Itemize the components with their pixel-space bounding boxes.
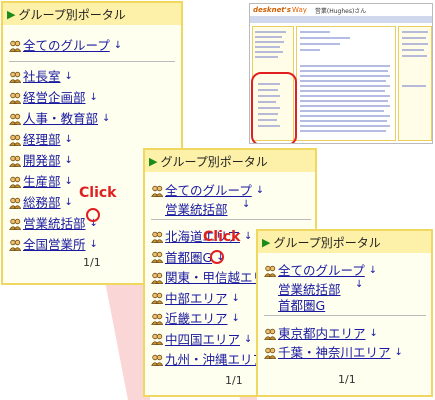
group-link[interactable]: 九州・沖縄エリア [165,352,265,368]
group-portal-panel-3: ▶ グループ別ポータル 全てのグループ ↓ 営業統括部 ↓ 首都圏G 東京都内エ… [256,229,433,397]
pager: 1/1 [225,374,243,387]
group-icon [9,71,21,83]
group-list-item[interactable]: 中部エリア ↓ [151,291,240,307]
group-icon [151,313,163,325]
group-icon [9,155,21,167]
divider [9,61,175,62]
group-link[interactable]: 東京都内エリア [278,326,366,342]
group-list-item[interactable]: 営業統括部 ↓ [9,216,98,232]
panel-title-bar: ▶ グループ別ポータル [3,3,181,25]
arrow-down-icon[interactable]: ↓ [244,332,252,348]
group-list-item[interactable]: 全国営業所 ↓ [9,237,98,253]
group-list-item[interactable]: 東京都内エリア ↓ [264,326,378,342]
arrow-down-icon[interactable]: ↓ [90,237,98,253]
all-groups-link[interactable]: 全てのグループ ↓ [9,38,122,54]
group-list-item[interactable]: 社長室 ↓ [9,69,73,85]
arrow-down-icon[interactable]: ↓ [370,326,378,342]
group-icon [151,292,163,304]
divider [264,315,426,316]
group-link[interactable]: 中部エリア [165,291,228,307]
group-icon [264,265,276,277]
group-list-item[interactable]: 中四国エリア ↓ [151,332,252,348]
arrow-down-icon[interactable]: ↓ [232,291,240,307]
group-link[interactable]: 中四国エリア [165,332,240,348]
pager: 1/1 [83,256,101,269]
chevron-right-icon: ▶ [149,154,158,168]
group-icon [9,134,21,146]
group-icon [151,231,163,243]
chevron-right-icon: ▶ [262,235,271,249]
panel-title-bar: ▶ グループ別ポータル [258,231,431,253]
panel-title: グループ別ポータル [160,154,268,169]
group-list-item[interactable]: 経理部 ↓ [9,132,73,148]
group-link[interactable]: 総務部 [23,195,61,211]
group-icon [151,272,163,284]
group-link[interactable]: 生産部 [23,174,61,190]
current-group-link[interactable]: 首都圏G [278,295,325,314]
group-list-item[interactable]: 総務部 ↓ [9,195,73,211]
group-icon [151,354,163,366]
group-link[interactable]: 人事・教育部 [23,111,98,127]
arrow-down-icon[interactable]: ↓ [114,38,122,54]
group-list-item[interactable]: 人事・教育部 ↓ [9,111,110,127]
parent-group-link[interactable]: 営業統括部 [165,199,228,218]
all-groups-label[interactable]: 全てのグループ [23,38,110,54]
group-link[interactable]: 営業統括部 [23,216,86,232]
group-icon [9,92,21,104]
arrow-down-icon[interactable]: ↓ [102,111,110,127]
group-icon [9,40,21,52]
group-icon [151,333,163,345]
group-list-item[interactable]: 経営企画部 ↓ [9,90,98,106]
group-icon [9,176,21,188]
group-link[interactable]: 開発部 [23,153,61,169]
click-annotation: Click [203,229,241,245]
group-icon [9,113,21,125]
group-link[interactable]: 近畿エリア [165,311,228,327]
all-groups-label[interactable]: 全てのグループ [278,263,365,279]
panel-title-bar: ▶ グループ別ポータル [145,150,315,172]
group-list-item[interactable]: 開発部 ↓ [9,153,73,169]
arrow-down-icon[interactable]: ↓ [232,311,240,327]
panel-title: グループ別ポータル [273,235,381,250]
group-link[interactable]: 経理部 [23,132,61,148]
arrow-down-icon[interactable]: ↓ [244,229,252,245]
click-target-ring [86,208,100,222]
arrow-down-icon[interactable]: ↓ [65,174,73,190]
pager: 1/1 [338,373,356,386]
arrow-down-icon[interactable]: ↓ [395,345,403,361]
all-groups-label[interactable]: 全てのグループ [165,183,252,199]
arrow-down-icon[interactable]: ↓ [65,132,73,148]
group-icon [151,185,163,197]
click-target-ring [210,250,224,264]
group-icon [9,239,21,251]
group-link[interactable]: 全国営業所 [23,237,86,253]
chevron-right-icon: ▶ [7,7,16,21]
all-groups-link[interactable]: 全てのグループ ↓ [151,183,264,199]
arrow-down-icon[interactable]: ↓ [90,90,98,106]
group-icon [264,347,276,359]
arrow-down-icon[interactable]: ↓ [65,69,73,85]
group-link[interactable]: 経営企画部 [23,90,86,106]
group-icon [264,328,276,340]
click-annotation: Click [79,185,117,201]
arrow-down-icon[interactable]: ↓ [65,195,73,211]
group-list-item[interactable]: 近畿エリア ↓ [151,311,240,327]
group-link[interactable]: 千葉・神奈川エリア [278,345,391,361]
divider [151,219,311,220]
arrow-down-icon[interactable]: ↓ [256,183,264,199]
group-icon [9,218,21,230]
arrow-down-icon[interactable]: ↓ [355,279,363,290]
group-link[interactable]: 首都圏G [165,250,212,266]
arrow-down-icon[interactable]: ↓ [242,199,250,210]
arrow-down-icon[interactable]: ↓ [65,153,73,169]
arrow-down-icon[interactable]: ↓ [369,263,377,279]
group-icon [9,197,21,209]
group-list-item[interactable]: 千葉・神奈川エリア ↓ [264,345,403,361]
group-link[interactable]: 社長室 [23,69,61,85]
group-icon [151,251,163,263]
panel-title: グループ別ポータル [18,7,126,22]
all-groups-link[interactable]: 全てのグループ ↓ [264,263,377,279]
group-list-item[interactable]: 生産部 ↓ [9,174,73,190]
